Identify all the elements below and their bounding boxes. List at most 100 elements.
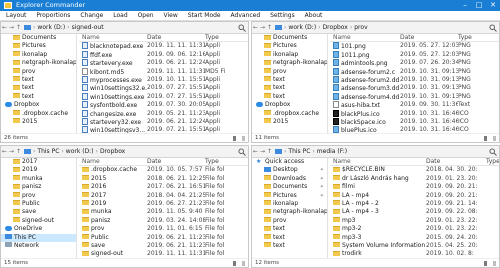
back-arrow-icon[interactable]: ← bbox=[1, 146, 8, 158]
tree-item[interactable]: ikonalap bbox=[252, 51, 327, 59]
up-arrow-icon[interactable]: ↑ bbox=[266, 146, 273, 158]
search-icon[interactable] bbox=[238, 148, 246, 156]
tree-item[interactable]: text bbox=[1, 93, 76, 101]
file-row[interactable]: LA - mp4 - 2 2019. 09. 21. 14: bbox=[330, 200, 499, 208]
back-arrow-icon[interactable]: ← bbox=[1, 22, 8, 34]
file-row[interactable]: LA - mp4 2019. 09. 20. 21: bbox=[330, 192, 499, 200]
file-row[interactable]: win10settingsv3... 2019. 07. 21. 15:51 App… bbox=[79, 126, 248, 133]
file-row[interactable]: asus-hiba.txt 2019. 09. 30. 11:36 Text bbox=[330, 101, 499, 109]
tree-item[interactable]: munka bbox=[1, 175, 76, 183]
up-arrow-icon[interactable]: ↑ bbox=[15, 146, 22, 158]
file-row[interactable]: mp3-3 2015. 09. 24. 20: bbox=[330, 234, 499, 242]
menu-start-mode[interactable]: Start Mode bbox=[184, 11, 225, 21]
column-header-date[interactable]: Date bbox=[426, 158, 486, 165]
tree-item[interactable]: text bbox=[252, 84, 327, 92]
search-icon[interactable] bbox=[489, 24, 497, 32]
back-arrow-icon[interactable]: ← bbox=[252, 22, 259, 34]
tree-item[interactable]: This PC bbox=[1, 233, 76, 242]
file-row[interactable]: 2016 2017. 06. 21. 16:51 File fol bbox=[79, 183, 248, 191]
tree-item[interactable]: 2017 bbox=[1, 158, 76, 166]
file-row[interactable]: startevery32.exe 2019. 06. 21. 12:24 Appli bbox=[79, 117, 248, 126]
tree-item[interactable]: Dropbox bbox=[252, 101, 327, 109]
column-header-date[interactable]: Date bbox=[147, 34, 205, 41]
search-icon[interactable] bbox=[489, 148, 497, 156]
file-row[interactable]: adsense-forum2.dd 2019. 10. 31. 09:13 PNG bbox=[330, 75, 499, 84]
tree-item[interactable]: save bbox=[1, 208, 76, 216]
file-row[interactable]: blacknotepad.exe 2019. 11. 11. 11:31 Appli bbox=[79, 42, 248, 50]
tree-item[interactable]: panisz bbox=[1, 183, 76, 191]
up-arrow-icon[interactable]: ↑ bbox=[266, 22, 273, 34]
tree-item[interactable]: OneDrive bbox=[1, 225, 76, 233]
tree-item[interactable]: Pictures bbox=[1, 42, 76, 50]
file-row[interactable]: System Volume Information 2015. 04. 25. 2… bbox=[330, 242, 499, 250]
column-header-name[interactable]: Name bbox=[79, 34, 147, 41]
menu-change[interactable]: Change bbox=[76, 11, 107, 21]
menu-load[interactable]: Load bbox=[109, 11, 131, 21]
breadcrumb-item[interactable]: This PC bbox=[286, 146, 312, 158]
column-header-type[interactable]: Type bbox=[486, 158, 499, 165]
file-row[interactable]: win10settings32.e... 2019. 07. 27. 15:51 A… bbox=[79, 84, 248, 92]
forward-arrow-icon[interactable]: → bbox=[259, 22, 266, 34]
tree-item[interactable]: text bbox=[252, 93, 327, 101]
tree-item[interactable]: signed-out bbox=[1, 217, 76, 225]
breadcrumb-item[interactable]: media (F:) bbox=[315, 146, 349, 158]
file-row[interactable]: panisz 2019. 03. 24. 14:08 File fol bbox=[79, 217, 248, 225]
tree-item[interactable]: Network bbox=[1, 242, 76, 250]
file-row[interactable]: mp3 2019. 01. 23. 22: bbox=[330, 217, 499, 225]
column-header-type[interactable]: Type bbox=[205, 34, 248, 41]
tree-item[interactable]: Documents ✦ bbox=[252, 183, 327, 191]
column-header-name[interactable]: Name bbox=[79, 158, 147, 165]
menu-proportions[interactable]: Proportions bbox=[32, 11, 74, 21]
file-row[interactable]: adsense-forum4.dd 2019. 10. 31. 09:13 PNG bbox=[330, 92, 499, 101]
breadcrumb-item[interactable]: work (D:) bbox=[64, 146, 96, 158]
maximize-icon[interactable]: □ bbox=[472, 0, 486, 11]
menu-settings[interactable]: Settings bbox=[266, 11, 299, 21]
breadcrumb-item[interactable]: Dropbox bbox=[98, 146, 127, 158]
file-row[interactable]: 2015 2018. 06. 21. 12:25 File fol bbox=[79, 175, 248, 183]
view-mode-icon[interactable] bbox=[233, 136, 245, 141]
view-mode-icon[interactable] bbox=[484, 136, 496, 141]
tree-item[interactable]: prov bbox=[1, 68, 76, 76]
tree-item[interactable]: Public bbox=[1, 200, 76, 208]
file-row[interactable]: filmi 2019. 09. 20. 21: bbox=[330, 183, 499, 191]
file-row[interactable]: bluePlus.ico 2019. 10. 31. 16:46 ICO bbox=[330, 126, 499, 133]
forward-arrow-icon[interactable]: → bbox=[259, 146, 266, 158]
tree-item[interactable]: prov bbox=[1, 192, 76, 200]
tree-item[interactable]: text bbox=[1, 76, 76, 84]
file-row[interactable]: adsense-forum3.dd 2019. 10. 31. 09:13 PNG bbox=[330, 84, 499, 92]
tree-item[interactable]: 2019 bbox=[1, 166, 76, 174]
menu-advanced[interactable]: Advanced bbox=[227, 11, 265, 21]
tree-item[interactable]: Dropbox bbox=[1, 101, 76, 109]
menu-view[interactable]: View bbox=[160, 11, 182, 21]
tree-item[interactable]: Downloads ✦ bbox=[252, 175, 327, 183]
file-row[interactable]: sysfontbold.exe 2019. 07. 30. 20:05 Appli bbox=[79, 101, 248, 109]
file-row[interactable]: Public 2019. 06. 21. 11:23 File fol bbox=[79, 234, 248, 242]
file-row[interactable]: kibont.md5 2019. 11. 11. 11:31 MD5 Fi bbox=[79, 67, 248, 76]
file-row[interactable]: munka 2019. 11. 05. 9:40 File fol bbox=[79, 208, 248, 216]
file-row[interactable]: .dropbox.cache 2019. 10. 05. 7:57 File fol bbox=[79, 166, 248, 174]
breadcrumb-item[interactable]: work (D:) bbox=[35, 22, 67, 34]
file-row[interactable]: win10settings.exe 2019. 07. 27. 15:51 Appl… bbox=[79, 92, 248, 101]
tree-item[interactable]: 2015 bbox=[1, 118, 76, 126]
file-row[interactable]: startevery.exe 2019. 06. 21. 12:24 Appli bbox=[79, 59, 248, 67]
file-row[interactable]: admintools.png 2019. 07. 26. 20:34 PNG bbox=[330, 59, 499, 67]
tree-item[interactable]: text bbox=[252, 242, 327, 250]
close-icon[interactable]: ✕ bbox=[486, 0, 500, 11]
tree-item[interactable]: ikonalap bbox=[1, 51, 76, 59]
column-header-date[interactable]: Date bbox=[147, 158, 205, 165]
column-header-type[interactable]: Type bbox=[458, 34, 499, 41]
view-mode-icon[interactable] bbox=[484, 261, 496, 266]
tree-item[interactable]: text bbox=[252, 76, 327, 84]
forward-arrow-icon[interactable]: → bbox=[8, 22, 15, 34]
tree-item[interactable]: netgraph-ikonalap bbox=[1, 59, 76, 67]
tree-item[interactable]: netgraph-ikonalap bbox=[252, 59, 327, 67]
file-row[interactable]: 101.png 2019. 05. 27. 12:03 PNG bbox=[330, 42, 499, 50]
search-icon[interactable] bbox=[238, 24, 246, 32]
file-row[interactable]: signed-out 2019. 11. 11. 11:31 File fol bbox=[79, 250, 248, 258]
file-row[interactable]: 2017 2018. 04. 04. 21:25 File fol bbox=[79, 192, 248, 200]
tree-item[interactable]: .dropbox.cache bbox=[252, 110, 327, 118]
tree-item[interactable]: Documents bbox=[252, 34, 327, 42]
tree-item[interactable]: ikonalap bbox=[252, 200, 327, 208]
column-header-date[interactable]: Date bbox=[400, 34, 458, 41]
tree-item[interactable]: ★ Quick access bbox=[252, 158, 327, 166]
